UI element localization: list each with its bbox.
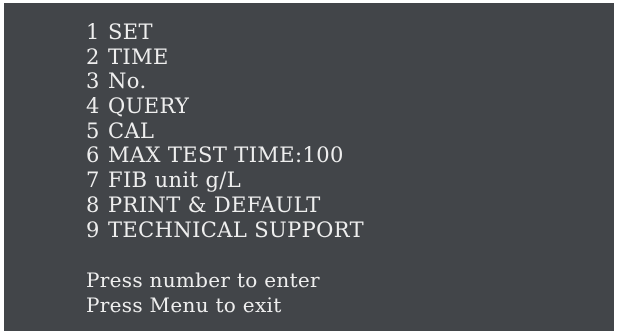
- menu-item-number: 8: [86, 192, 100, 217]
- menu-item-number: 6: [86, 143, 100, 168]
- menu-item-max-test-time[interactable]: 6 MAX TEST TIME:100: [86, 143, 364, 168]
- menu-item-label: CAL: [108, 118, 155, 143]
- exit-hint: Press Menu to exit: [86, 293, 282, 317]
- menu-item-label: MAX TEST TIME:100: [108, 143, 344, 168]
- instructions: Press number to enter Press Menu to exit: [86, 268, 320, 318]
- menu-item-cal[interactable]: 5 CAL: [86, 119, 364, 144]
- menu-item-time[interactable]: 2 TIME: [86, 45, 364, 70]
- enter-hint: Press number to enter: [86, 268, 320, 292]
- menu-item-number: 7: [86, 168, 100, 193]
- menu-item-label: TIME: [108, 44, 169, 69]
- menu-item-number: 1: [86, 20, 100, 44]
- menu-item-number: 4: [86, 94, 100, 119]
- menu-item-query[interactable]: 4 QUERY: [86, 94, 364, 119]
- menu-item-number: 3: [86, 69, 100, 94]
- menu-item-number-setting[interactable]: 3 No.: [86, 69, 364, 94]
- menu-item-label: No.: [108, 69, 147, 94]
- menu-item-set[interactable]: 1 SET: [86, 20, 364, 45]
- menu-item-technical-support[interactable]: 9 TECHNICAL SUPPORT: [86, 218, 364, 243]
- menu-item-label: FIB unit g/L: [108, 168, 242, 193]
- menu-item-label: QUERY: [108, 94, 190, 119]
- menu-item-number: 5: [86, 118, 100, 143]
- menu-item-label: PRINT & DEFAULT: [108, 192, 321, 217]
- menu-item-label: SET: [108, 20, 153, 44]
- menu-item-number: 9: [86, 217, 100, 242]
- menu-item-print-default[interactable]: 8 PRINT & DEFAULT: [86, 193, 364, 218]
- lcd-screen: 1 SET 2 TIME 3 No. 4 QUERY 5 CAL 6 MAX TEST TI…: [4, 3, 614, 331]
- menu-item-fib-unit[interactable]: 7 FIB unit g/L: [86, 168, 364, 193]
- main-menu: 1 SET 2 TIME 3 No. 4 QUERY 5 CAL 6 MAX TEST TI…: [86, 20, 364, 242]
- menu-item-number: 2: [86, 44, 100, 69]
- menu-item-label: TECHNICAL SUPPORT: [108, 217, 365, 242]
